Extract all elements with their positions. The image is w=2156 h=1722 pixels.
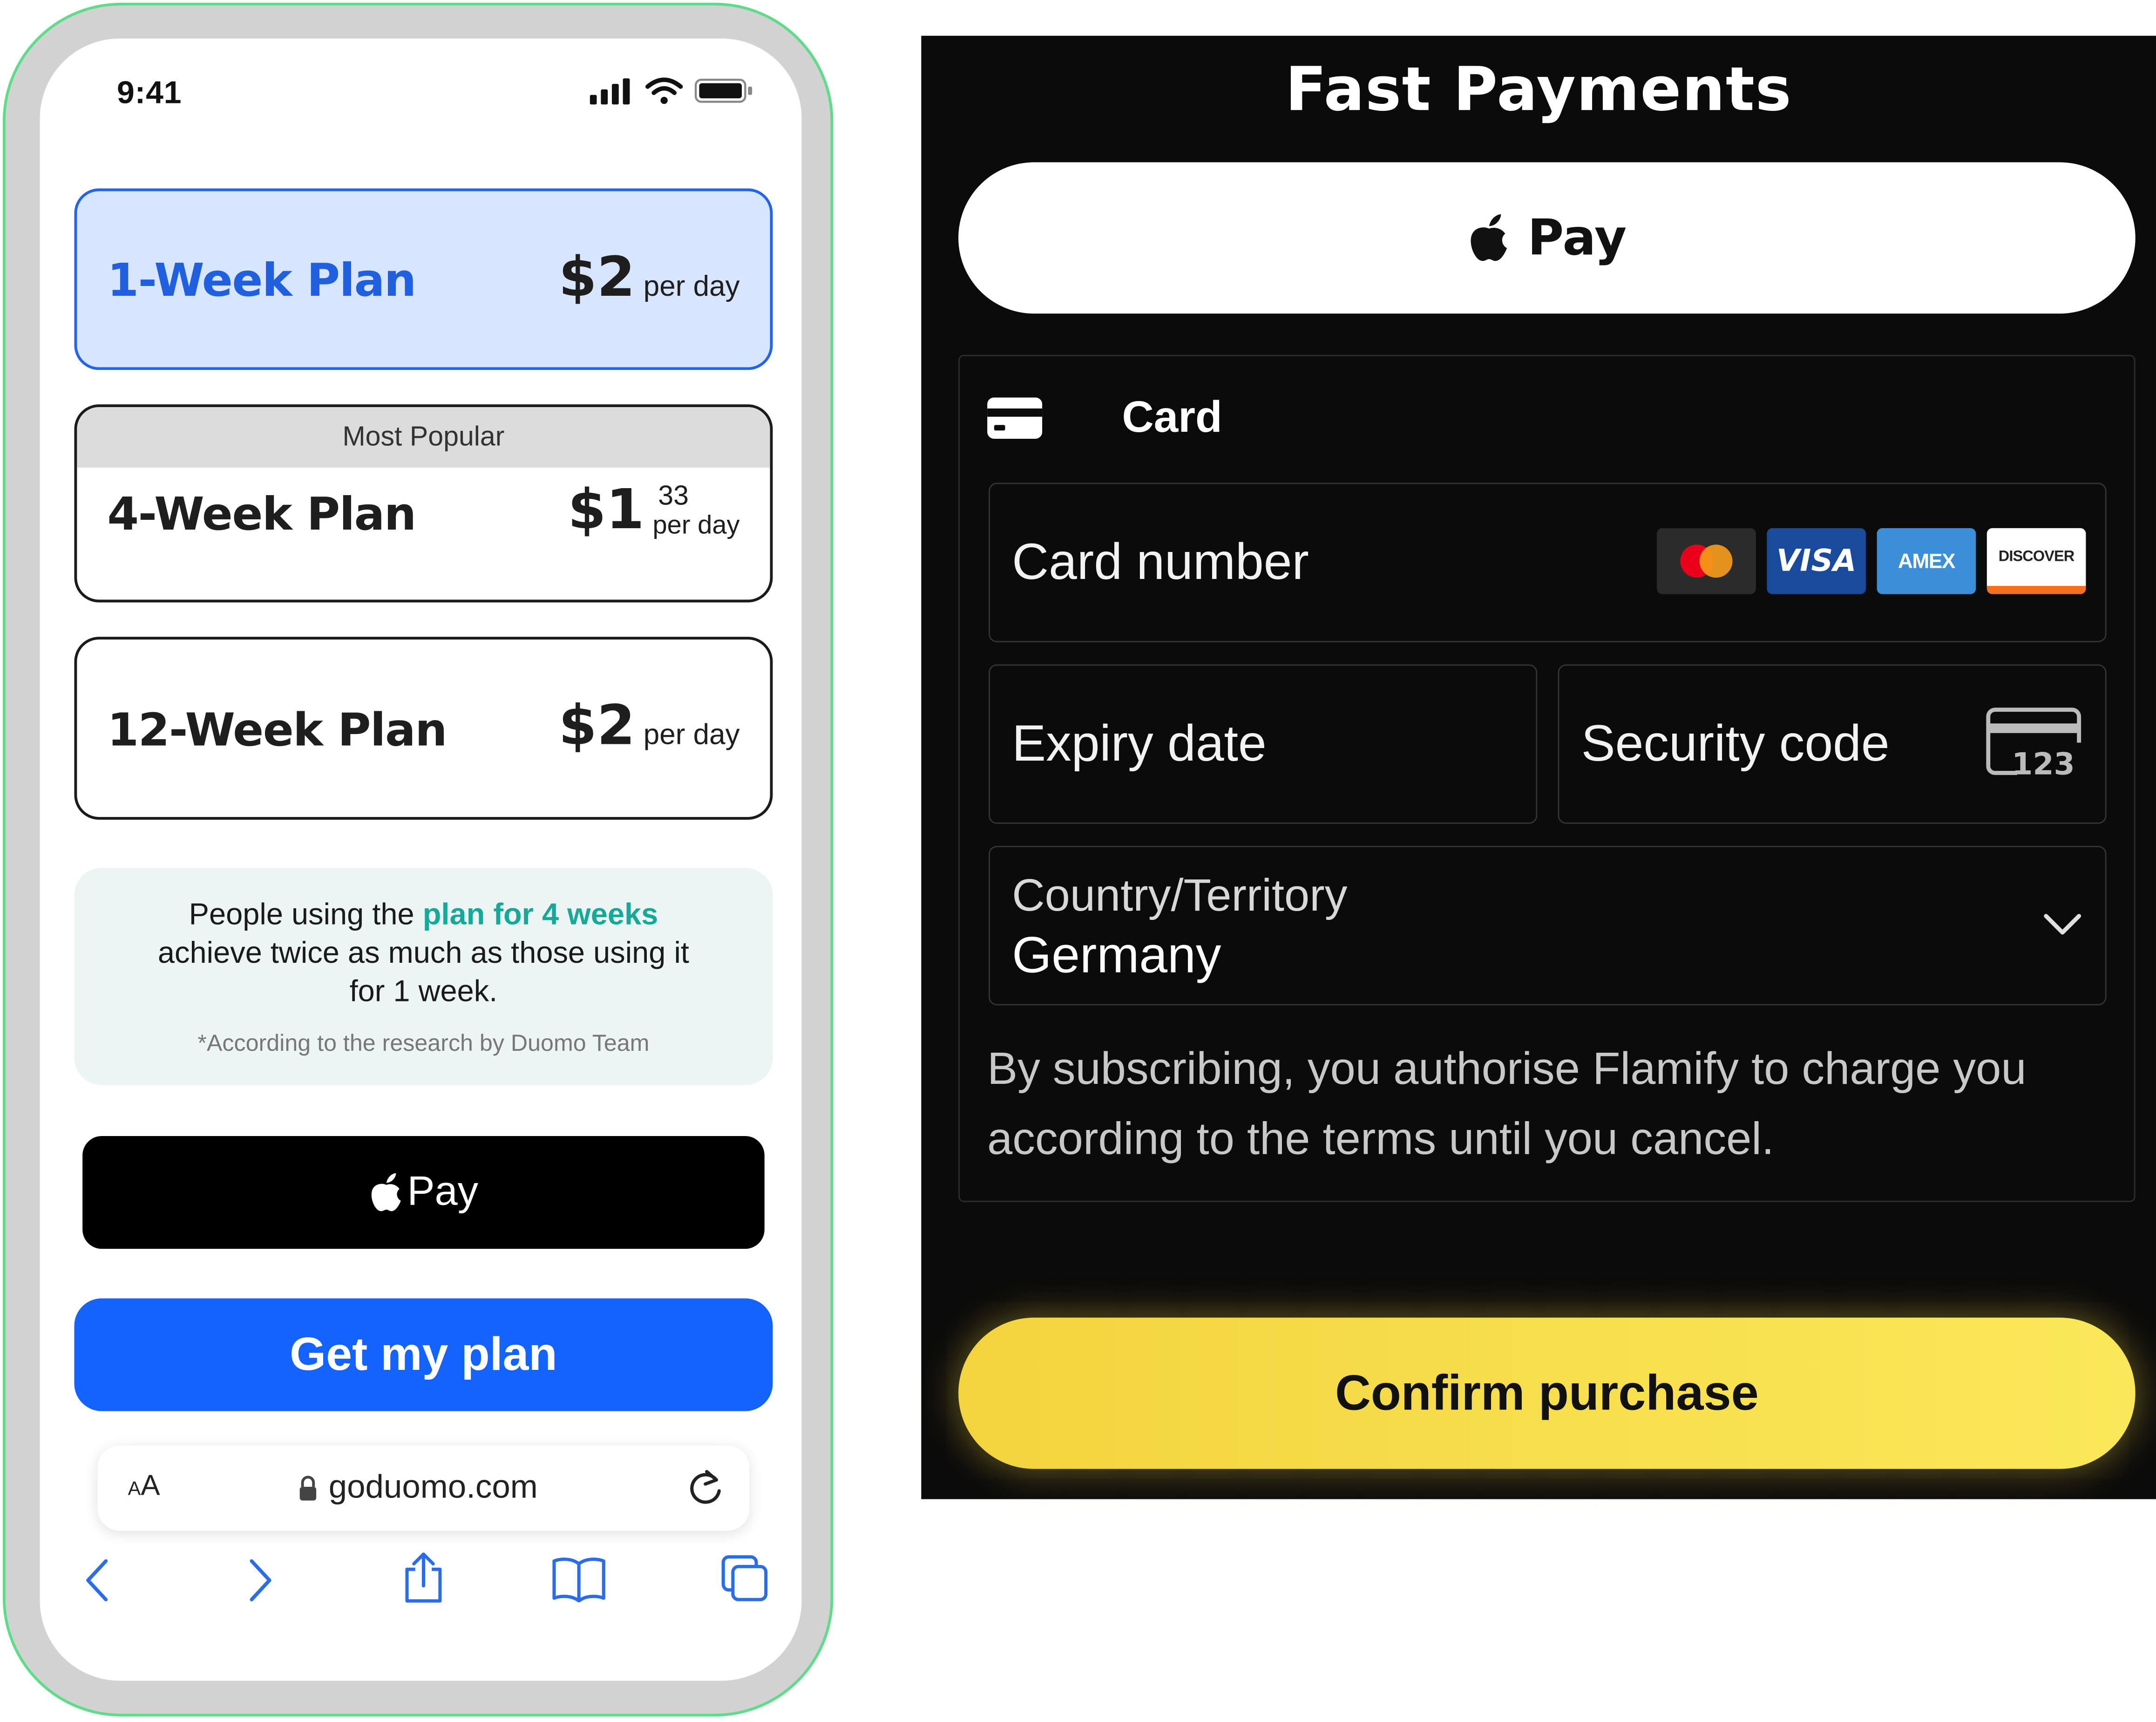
url-display[interactable]: goduomo.com xyxy=(298,1469,538,1508)
info-footnote: *According to the research by Duomo Team xyxy=(197,1030,650,1056)
card-section-label: Card xyxy=(1122,392,1222,442)
bookmarks-icon[interactable] xyxy=(551,1556,606,1603)
status-time: 9:41 xyxy=(116,74,182,110)
plan-price: $2 per day xyxy=(559,694,740,758)
apple-pay-button-large[interactable]: Pay xyxy=(958,162,2136,314)
back-icon[interactable] xyxy=(81,1556,114,1605)
country-value: Germany xyxy=(1012,927,1221,984)
browser-address-bar[interactable]: AA goduomo.com xyxy=(97,1445,750,1531)
tabs-icon[interactable] xyxy=(719,1553,771,1605)
plan-price-amount: $1 xyxy=(568,478,644,542)
plan-price-cents: 33 xyxy=(658,481,689,511)
forward-icon[interactable] xyxy=(244,1556,277,1605)
plan-price-amount: $2 xyxy=(558,246,636,310)
plan-name: 1-Week Plan xyxy=(107,253,416,307)
most-popular-ribbon: Most Popular xyxy=(77,407,770,468)
apple-logo-icon xyxy=(1471,214,1507,261)
plan-name: 12-Week Plan xyxy=(107,702,447,757)
apple-pay-button[interactable]: Pay xyxy=(82,1136,765,1249)
plan-price: $1 33 per day xyxy=(568,479,739,542)
chevron-down-icon xyxy=(2044,914,2081,935)
svg-text:123: 123 xyxy=(2012,747,2075,778)
plan-option-12-week[interactable]: 12-Week Plan $2 per day xyxy=(74,637,773,820)
subscription-legal-text: By subscribing, you authorise Flamify to… xyxy=(987,1042,2027,1164)
battery-icon xyxy=(694,79,753,103)
info-line-3: for 1 week. xyxy=(349,973,498,1008)
info-highlight: plan for 4 weeks xyxy=(422,897,658,932)
apple-pay-label: Pay xyxy=(1527,210,1627,266)
lock-icon xyxy=(299,1476,317,1501)
card-payment-section: Card Card number VISA AMEX DISCOVER Expi… xyxy=(958,354,2136,1202)
amex-logo-icon: AMEX xyxy=(1877,528,1976,594)
expiry-date-field[interactable]: Expiry date xyxy=(989,664,1538,824)
payment-panel: Fast Payments Pay Card Card number VISA … xyxy=(921,35,2156,1499)
plan-price-amount: $2 xyxy=(558,694,636,758)
plan-option-4-week[interactable]: Most Popular 4-Week Plan $1 33 per day xyxy=(74,404,773,603)
mastercard-logo-icon xyxy=(1657,528,1756,594)
plan-price-unit: per day xyxy=(643,271,740,303)
reload-icon[interactable] xyxy=(686,1468,725,1509)
wifi-icon xyxy=(645,77,683,104)
get-my-plan-button[interactable]: Get my plan xyxy=(74,1298,773,1411)
visa-logo-icon: VISA xyxy=(1767,528,1866,594)
text-size-button[interactable]: AA xyxy=(128,1470,160,1504)
research-info-box: People using the plan for 4 weeks achiev… xyxy=(74,868,773,1085)
payment-title: Fast Payments xyxy=(1285,55,1792,125)
card-number-field[interactable]: Card number VISA AMEX DISCOVER xyxy=(989,483,2107,642)
status-icons xyxy=(590,77,755,105)
url-text: goduomo.com xyxy=(328,1469,538,1506)
phone-frame: 9:41 1-Week Plan $2 per day Most Popular… xyxy=(2,2,834,1717)
plan-price: $2 per day xyxy=(559,246,740,310)
card-brand-logos: VISA AMEX DISCOVER xyxy=(1657,528,2086,594)
info-line-1: People using the plan for 4 weeks xyxy=(189,897,658,932)
discover-logo-icon: DISCOVER xyxy=(1987,528,2086,594)
card-section-header[interactable]: Card xyxy=(987,392,1222,443)
credit-card-icon xyxy=(987,396,1043,438)
apple-pay-label: Pay xyxy=(407,1169,479,1215)
phone-screen: 9:41 1-Week Plan $2 per day Most Popular… xyxy=(40,38,802,1681)
share-icon[interactable] xyxy=(400,1550,447,1605)
country-select[interactable]: Country/Territory Germany xyxy=(989,845,2107,1006)
plan-name: 4-Week Plan xyxy=(107,487,416,541)
country-label: Country/Territory xyxy=(1012,869,1348,920)
confirm-purchase-button[interactable]: Confirm purchase xyxy=(958,1317,2136,1469)
security-code-placeholder: Security code xyxy=(1581,715,1890,772)
plan-price-unit: per day xyxy=(643,719,740,751)
security-code-field[interactable]: Security code 123 xyxy=(1558,664,2107,824)
browser-toolbar xyxy=(81,1552,771,1611)
expiry-date-placeholder: Expiry date xyxy=(1012,715,1267,772)
cvc-card-icon: 123 xyxy=(1986,708,2081,778)
plan-price-unit: per day xyxy=(652,510,740,540)
plan-option-1-week[interactable]: 1-Week Plan $2 per day xyxy=(74,188,773,370)
signal-icon xyxy=(590,78,630,105)
card-number-placeholder: Card number xyxy=(1012,533,1309,590)
apple-logo-icon xyxy=(372,1173,401,1212)
info-line-2: achieve twice as much as those using it xyxy=(157,935,689,970)
